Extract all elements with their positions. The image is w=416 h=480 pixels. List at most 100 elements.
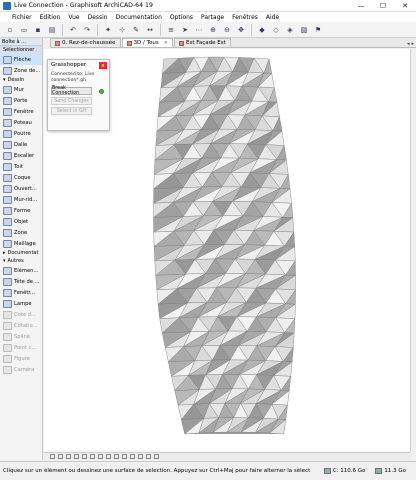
pan-icon[interactable]: ✥: [235, 24, 247, 36]
redo-zoom-icon[interactable]: [58, 454, 63, 459]
tool-objet[interactable]: Objet: [0, 216, 42, 227]
tool-lampe[interactable]: Lampe: [0, 298, 42, 309]
renovation-filter-icon[interactable]: [138, 454, 143, 459]
dimension-icon[interactable]: ↔: [144, 24, 156, 36]
tool-spline[interactable]: Spline: [0, 331, 42, 342]
menu-edition[interactable]: Edition: [36, 14, 65, 21]
redo-icon[interactable]: ↷: [81, 24, 93, 36]
navigator-icon[interactable]: ◇: [270, 24, 282, 36]
tool-forme[interactable]: Forme: [0, 205, 42, 216]
graphic-override-icon[interactable]: [154, 454, 159, 459]
tool-maillage[interactable]: Maillage: [0, 238, 42, 249]
undo-icon[interactable]: ↶: [67, 24, 79, 36]
zoom-in-icon[interactable]: ⊕: [207, 24, 219, 36]
structure-display-icon[interactable]: [146, 454, 151, 459]
menu-partage[interactable]: Partage: [197, 14, 228, 21]
tool-label: Porte: [14, 97, 28, 104]
break-connection-button[interactable]: Break Connection: [51, 86, 92, 96]
tab-3d-tous[interactable]: 3D / Tous ✕: [121, 38, 173, 47]
orbit-icon[interactable]: [90, 454, 95, 459]
tool-element[interactable]: Elémen...: [0, 265, 42, 276]
toolbar-divider: [62, 23, 63, 36]
print-icon[interactable]: ▤: [46, 24, 58, 36]
tab-prev-icon[interactable]: ◂: [407, 41, 410, 47]
close-tab-icon[interactable]: ✕: [164, 40, 168, 46]
tool-escalier[interactable]: Escalier: [0, 150, 42, 161]
model-view-icon[interactable]: [122, 454, 127, 459]
layer-combo-icon[interactable]: [106, 454, 111, 459]
tool-figure[interactable]: Figure: [0, 353, 42, 364]
pen-set-icon[interactable]: [114, 454, 119, 459]
tool-mur[interactable]: Mur: [0, 84, 42, 95]
tool-label: Caméra: [14, 366, 35, 373]
save-icon[interactable]: ▪: [32, 24, 44, 36]
magic-wand-icon[interactable]: ✦: [102, 24, 114, 36]
tab-label: 3D / Tous: [133, 40, 159, 46]
tool-porte[interactable]: Porte: [0, 95, 42, 106]
marker-icon: [3, 277, 12, 286]
close-button[interactable]: ✕: [394, 0, 416, 12]
dimension-style-icon[interactable]: [130, 454, 135, 459]
tool-fleche[interactable]: Flèche: [0, 54, 42, 65]
zoom-in-view-icon[interactable]: [66, 454, 71, 459]
undo-zoom-icon[interactable]: [50, 454, 55, 459]
fit-window-icon[interactable]: [82, 454, 87, 459]
menu-aide[interactable]: Aide: [262, 14, 283, 21]
vertical-scrollbar[interactable]: [410, 49, 416, 452]
layers-icon[interactable]: ≡: [165, 24, 177, 36]
tool-label: Zone de...: [14, 67, 41, 74]
open-folder-icon[interactable]: ▭: [18, 24, 30, 36]
scale-icon[interactable]: [98, 454, 103, 459]
tool-zone-de[interactable]: Zone de...: [0, 65, 42, 76]
tool-ouverture[interactable]: Ouvert...: [0, 183, 42, 194]
tool-coque[interactable]: Coque: [0, 172, 42, 183]
tool-zone[interactable]: Zone: [0, 227, 42, 238]
pencil-icon[interactable]: ✎: [130, 24, 142, 36]
tool-camera[interactable]: Caméra: [0, 364, 42, 375]
menu-fichier[interactable]: Fichier: [2, 14, 36, 21]
door-icon: [3, 96, 12, 105]
toolbox-group-documentation[interactable]: ▸ Documentat: [0, 249, 42, 257]
close-icon[interactable]: x: [99, 62, 107, 69]
tool-poutre[interactable]: Poutre: [0, 128, 42, 139]
menu-vue[interactable]: Vue: [64, 14, 83, 21]
tool-mur-rideau[interactable]: Mur-rid...: [0, 194, 42, 205]
menu-options[interactable]: Options: [166, 14, 197, 21]
tool-dalle[interactable]: Dalle: [0, 139, 42, 150]
tool-tete-de[interactable]: Tête de ...: [0, 276, 42, 287]
connected-status-icon: [99, 88, 104, 94]
menu-dessin[interactable]: Dessin: [84, 14, 112, 21]
menu-documentation[interactable]: Documentation: [112, 14, 166, 21]
tool-fenetre[interactable]: Fenêtre: [0, 106, 42, 117]
tool-label: Toit: [14, 163, 23, 170]
cursor-icon[interactable]: ➤: [179, 24, 191, 36]
render-icon[interactable]: ◈: [284, 24, 296, 36]
tab-next-icon[interactable]: ▸: [411, 41, 414, 47]
maximize-button[interactable]: ☐: [372, 0, 394, 12]
grid-snap-icon[interactable]: ⋯: [193, 24, 205, 36]
new-file-icon[interactable]: ▫: [4, 24, 16, 36]
tool-fenetre-vue[interactable]: Fenêtr...: [0, 287, 42, 298]
view-3d-icon[interactable]: ◆: [256, 24, 268, 36]
minimize-button[interactable]: —: [350, 0, 372, 12]
tab-rez-de-chaussee[interactable]: 0. Rez-de-chaussée: [50, 38, 121, 47]
tool-cote[interactable]: Cote d...: [0, 309, 42, 320]
tool-toit[interactable]: Toit: [0, 161, 42, 172]
zoom-out-view-icon[interactable]: [74, 454, 79, 459]
snap-icon[interactable]: ⊹: [116, 24, 128, 36]
tool-cotation[interactable]: Cotatio...: [0, 320, 42, 331]
tab-facade-est[interactable]: Est Façade Est: [174, 38, 231, 47]
toolbox-group-autres[interactable]: ▾ Autres: [0, 257, 42, 265]
toolbox-group-dessin[interactable]: ▾ Dessin: [0, 76, 42, 84]
tool-label: Coque: [14, 174, 31, 181]
send-changes-button[interactable]: Send Changes: [51, 97, 92, 105]
tool-poteau[interactable]: Poteau: [0, 117, 42, 128]
tool-label: Poteau: [14, 119, 32, 126]
tool-point-chaud[interactable]: Point c...: [0, 342, 42, 353]
teamwork-icon[interactable]: ⚑: [312, 24, 324, 36]
zoom-out-icon[interactable]: ⊖: [221, 24, 233, 36]
menu-fenetres[interactable]: Fenêtres: [228, 14, 262, 21]
select-in-gh-button[interactable]: Select in GH: [51, 107, 92, 115]
curtain-wall-icon: [3, 195, 12, 204]
trace-icon[interactable]: ▧: [298, 24, 310, 36]
